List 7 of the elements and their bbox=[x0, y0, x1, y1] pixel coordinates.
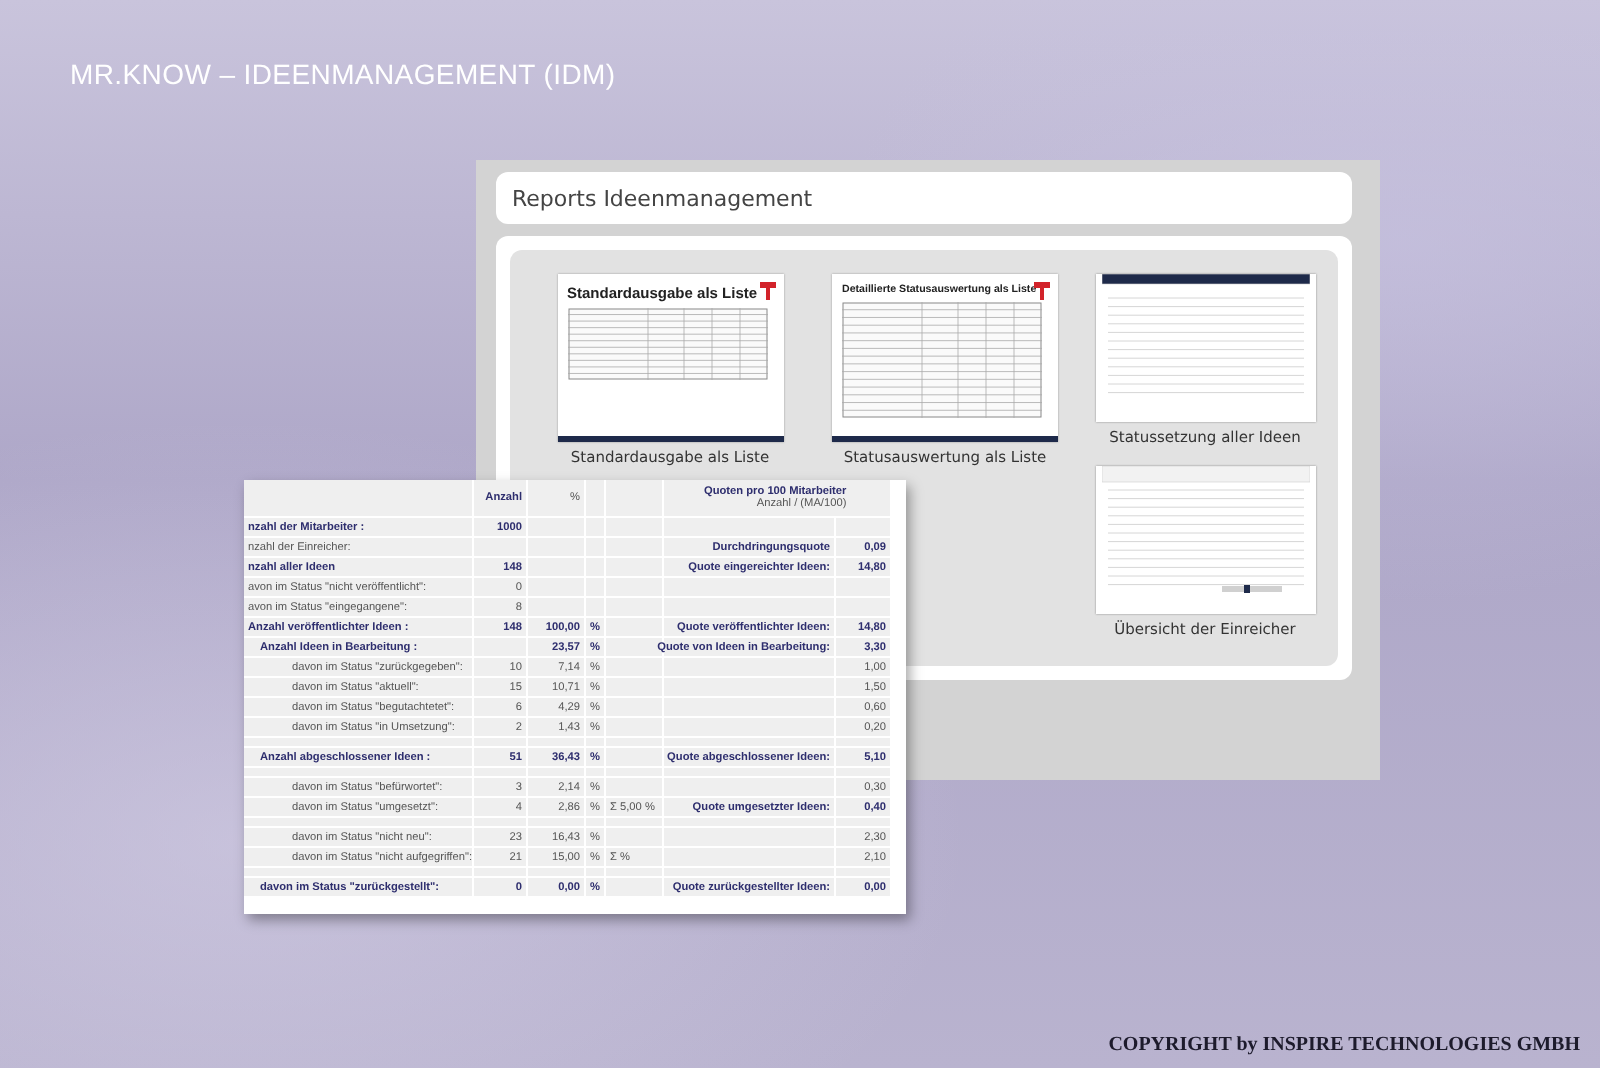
logo-icon bbox=[1034, 282, 1050, 300]
copyright-notice: COPYRIGHT by INSPIRE TECHNOLOGIES GMBH bbox=[1108, 1034, 1580, 1056]
table-cell bbox=[586, 480, 604, 516]
panel-title: Reports Ideenmanagement bbox=[496, 172, 1352, 224]
slide-title: MR.KNOW – IDEENMANAGEMENT (IDM) bbox=[70, 58, 616, 90]
logo-icon bbox=[759, 282, 775, 300]
report-preview[interactable] bbox=[1095, 274, 1315, 422]
